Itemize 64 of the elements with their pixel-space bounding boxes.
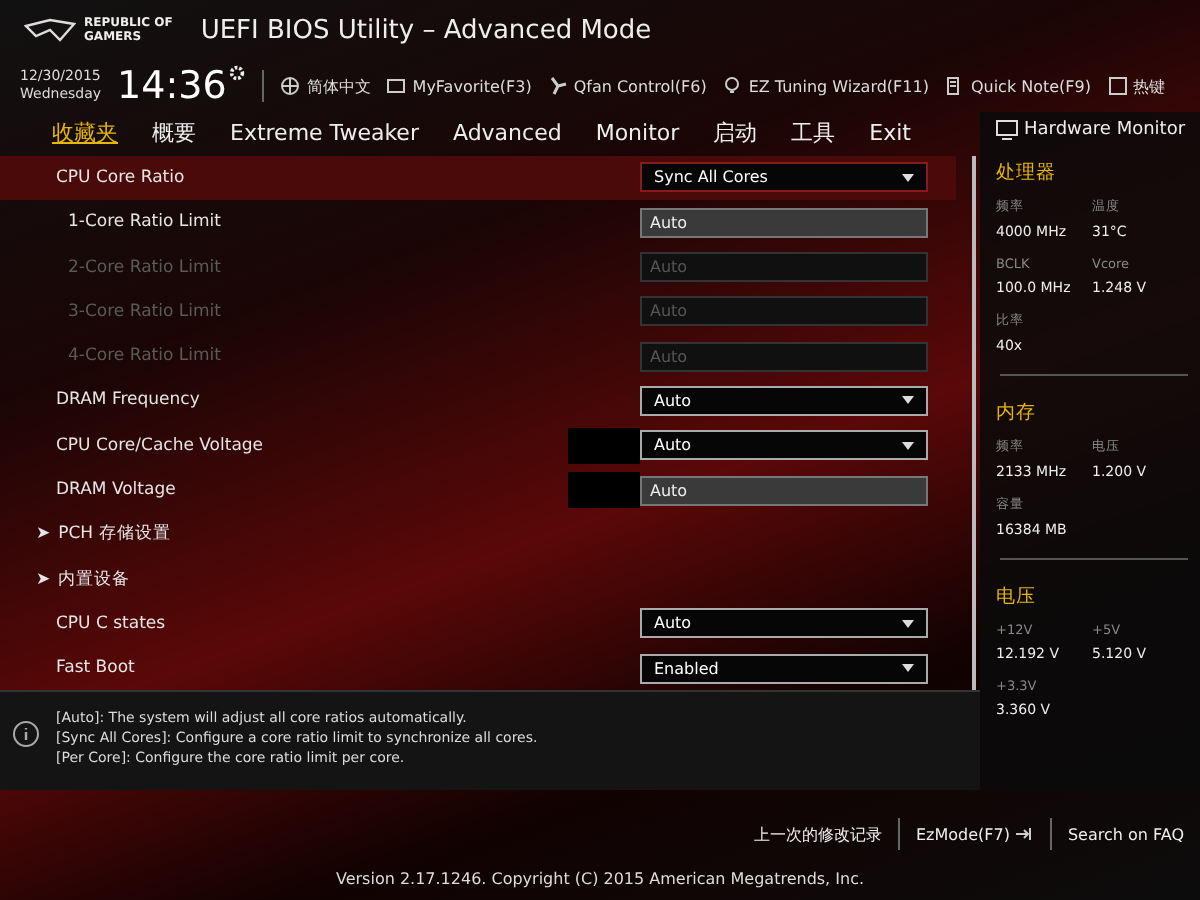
section-title: 内存 (996, 400, 1038, 426)
menu-tab[interactable]: 启动 (713, 118, 758, 149)
clock-time: 14:36 (117, 64, 227, 108)
setting-label: 2-Core Ratio Limit (68, 257, 223, 278)
version-text: Version 2.17.1246. Copyright (C) 2015 American Megatrends, Inc. (335, 870, 865, 888)
dropdown[interactable]: Auto (640, 430, 928, 461)
setting-label: 1-Core Ratio Limit (68, 212, 223, 233)
globe-icon (280, 76, 301, 96)
setting-label: DRAM Voltage (56, 480, 178, 500)
caret-icon (902, 173, 914, 182)
setting-label: 3-Core Ratio Limit (68, 301, 223, 322)
menu-tab[interactable]: Extreme Tweaker (230, 120, 419, 147)
setting-label: Fast Boot (56, 658, 137, 679)
setting-row[interactable]: CPU Core/Cache Voltage Auto (0, 423, 956, 468)
fan-icon (547, 76, 568, 96)
toolbar-button[interactable]: Quick Note(F9) (944, 76, 1091, 96)
footer-link[interactable]: EzMode(F7) (915, 824, 1034, 844)
note-icon (944, 76, 965, 96)
caret-icon (902, 441, 914, 450)
dropdown[interactable]: Auto (640, 608, 928, 639)
info-icon (12, 720, 40, 749)
setting-label: CPU Core Ratio (56, 167, 187, 188)
section-title: 电压 (996, 584, 1038, 610)
toolbar-button[interactable]: 热键 (1107, 75, 1165, 97)
caret-icon (902, 619, 914, 628)
setting-row[interactable]: DRAM Voltage Auto (0, 467, 956, 513)
setting-row[interactable]: DRAM Frequency Auto (0, 378, 956, 424)
selected-setting-row[interactable]: CPU Core Ratio Sync All Cores (0, 155, 956, 201)
footer-link[interactable]: Search on FAQ (1067, 825, 1184, 843)
setting-label: CPU Core/Cache Voltage (56, 435, 266, 456)
caret-icon (902, 664, 914, 673)
logo-icon (24, 18, 76, 42)
toolbar-button[interactable]: MyFavorite(F3) (386, 76, 532, 96)
input-field[interactable]: Auto (640, 207, 928, 238)
submenu-item[interactable]: ➤ 内置设备 (0, 556, 956, 602)
toolbar-button[interactable]: EZ Tuning Wizard(F11) (722, 76, 929, 96)
menu-tab[interactable]: Advanced (452, 120, 562, 147)
monitor-icon (996, 120, 1018, 140)
setting-row[interactable]: 1-Core Ratio Limit Auto (0, 200, 956, 245)
dropdown[interactable]: Auto (640, 385, 928, 416)
menu-tab[interactable]: 概要 (152, 118, 196, 149)
menu-tab[interactable]: Exit (869, 120, 911, 147)
lightbulb-icon (722, 76, 743, 96)
toolbar-button[interactable]: Qfan Control(F6) (547, 76, 707, 96)
window-title: UEFI BIOS Utility – Advanced Mode (200, 15, 652, 45)
section-title: 处理器 (996, 160, 1058, 186)
setting-label: DRAM Frequency (56, 390, 202, 411)
menu-tab[interactable]: 收藏夹 (52, 118, 118, 149)
submenu-item[interactable]: ➤ PCH 存储设置 (0, 512, 956, 557)
dropdown[interactable]: Enabled (640, 653, 928, 684)
panel-title: Hardware Monitor (1024, 120, 1186, 140)
caret-icon (902, 396, 914, 405)
setting-row[interactable]: CPU C states Auto (0, 601, 956, 647)
menu-tab[interactable]: 工具 (791, 118, 836, 149)
footer-link[interactable]: 上一次的修改记录 (753, 823, 882, 845)
input-field[interactable]: Auto (640, 475, 928, 505)
dropdown[interactable]: Sync All Cores (640, 162, 928, 193)
toolbar-button[interactable]: 简体中文 (280, 75, 371, 97)
setting-label: CPU C states (56, 613, 168, 634)
menu-tab[interactable]: Monitor (595, 120, 680, 147)
setting-row[interactable]: Fast Boot Enabled (0, 646, 956, 691)
exit-icon (1013, 824, 1034, 844)
setting-label: 4-Core Ratio Limit (68, 346, 223, 367)
settings-icon[interactable] (228, 64, 247, 82)
